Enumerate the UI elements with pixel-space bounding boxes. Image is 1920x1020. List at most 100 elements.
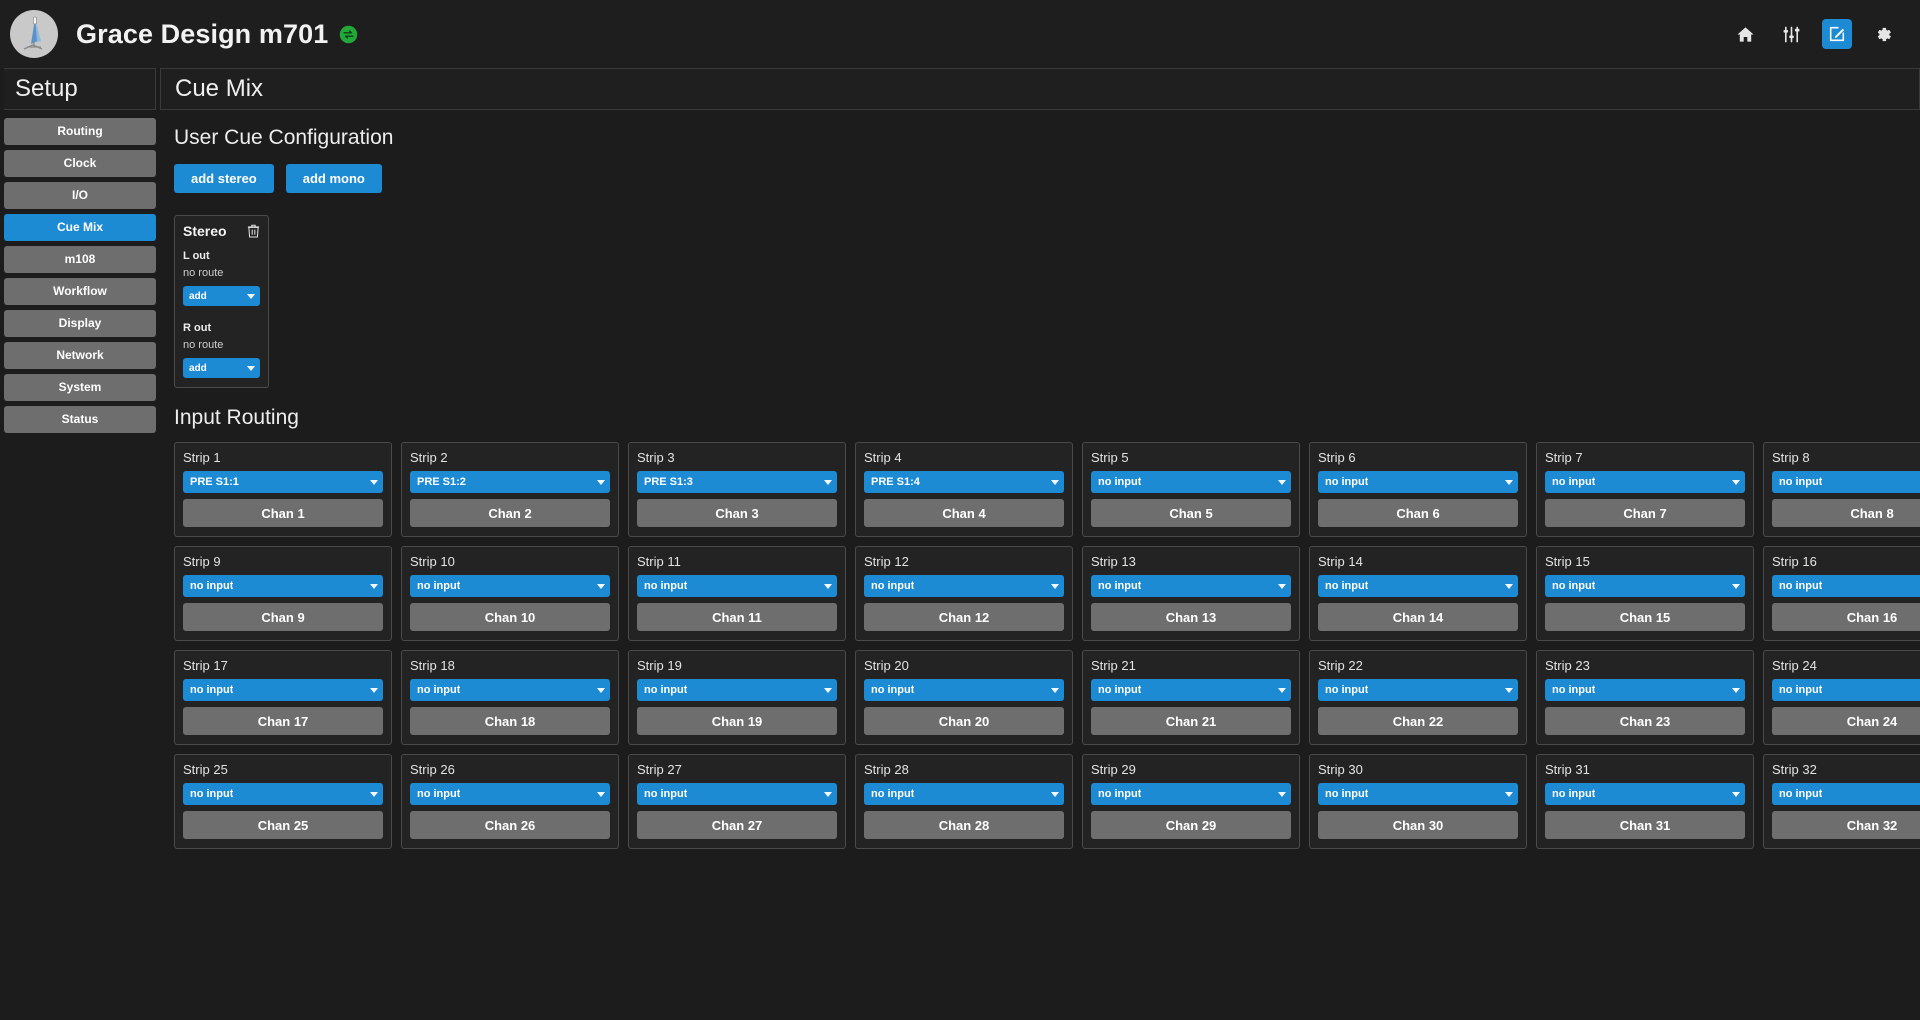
- strip-channel-button[interactable]: Chan 14: [1318, 603, 1518, 631]
- microphone-logo: [10, 10, 58, 58]
- gear-icon[interactable]: [1868, 19, 1898, 49]
- edit-icon[interactable]: [1822, 19, 1852, 49]
- sidebar-item-system[interactable]: System: [4, 374, 156, 401]
- strip-input-select[interactable]: no input: [410, 783, 610, 805]
- sidebar-item-m108[interactable]: m108: [4, 246, 156, 273]
- strip-label: Strip 30: [1318, 762, 1518, 777]
- strip-channel-button[interactable]: Chan 22: [1318, 707, 1518, 735]
- strip-channel-button[interactable]: Chan 13: [1091, 603, 1291, 631]
- strip-channel-button[interactable]: Chan 31: [1545, 811, 1745, 839]
- strip-input-select[interactable]: no input: [1091, 575, 1291, 597]
- faders-icon[interactable]: [1776, 19, 1806, 49]
- strip-input-select-value: no input: [417, 788, 460, 800]
- sidebar-item-cue-mix[interactable]: Cue Mix: [4, 214, 156, 241]
- cue-output-add-select[interactable]: add: [183, 286, 260, 306]
- strip-channel-button[interactable]: Chan 17: [183, 707, 383, 735]
- strip-channel-button[interactable]: Chan 7: [1545, 499, 1745, 527]
- cue-output-add-select[interactable]: add: [183, 358, 260, 378]
- strip-input-select[interactable]: no input: [1318, 471, 1518, 493]
- strip-input-select[interactable]: PRE S1:3: [637, 471, 837, 493]
- strip-channel-button[interactable]: Chan 26: [410, 811, 610, 839]
- sidebar-item-workflow[interactable]: Workflow: [4, 278, 156, 305]
- strip-channel-button[interactable]: Chan 8: [1772, 499, 1920, 527]
- strip-channel-button[interactable]: Chan 21: [1091, 707, 1291, 735]
- cue-output-add-select-value: add: [189, 291, 207, 302]
- strip-input-select[interactable]: no input: [637, 575, 837, 597]
- strip-input-select[interactable]: no input: [1545, 679, 1745, 701]
- strip-input-select[interactable]: no input: [1772, 575, 1920, 597]
- strip-input-select[interactable]: no input: [1772, 471, 1920, 493]
- strip-channel-button[interactable]: Chan 16: [1772, 603, 1920, 631]
- strip-channel-button[interactable]: Chan 10: [410, 603, 610, 631]
- sidebar-item-status[interactable]: Status: [4, 406, 156, 433]
- strip-channel-button[interactable]: Chan 11: [637, 603, 837, 631]
- strip-input-select[interactable]: no input: [1091, 783, 1291, 805]
- page-title: Cue Mix: [160, 68, 1920, 110]
- strip-input-select[interactable]: no input: [1318, 679, 1518, 701]
- strip-input-select[interactable]: no input: [864, 783, 1064, 805]
- add-mono-button[interactable]: add mono: [286, 164, 382, 193]
- sidebar-item-clock[interactable]: Clock: [4, 150, 156, 177]
- strip-channel-button[interactable]: Chan 18: [410, 707, 610, 735]
- strip-channel-button[interactable]: Chan 15: [1545, 603, 1745, 631]
- strip-channel-button[interactable]: Chan 1: [183, 499, 383, 527]
- strip-input-select[interactable]: no input: [864, 679, 1064, 701]
- strip-card: Strip 20 no input Chan 20: [855, 650, 1073, 745]
- strip-channel-button[interactable]: Chan 12: [864, 603, 1064, 631]
- strip-channel-button[interactable]: Chan 25: [183, 811, 383, 839]
- strip-input-select[interactable]: no input: [1091, 471, 1291, 493]
- strip-input-select[interactable]: no input: [183, 679, 383, 701]
- strip-input-select[interactable]: no input: [1772, 679, 1920, 701]
- strip-channel-button[interactable]: Chan 28: [864, 811, 1064, 839]
- strip-channel-button[interactable]: Chan 20: [864, 707, 1064, 735]
- strip-label: Strip 23: [1545, 658, 1745, 673]
- strip-channel-button[interactable]: Chan 3: [637, 499, 837, 527]
- strip-input-select[interactable]: no input: [1545, 471, 1745, 493]
- strip-label: Strip 10: [410, 554, 610, 569]
- chevron-down-icon: [824, 480, 832, 485]
- add-stereo-button[interactable]: add stereo: [174, 164, 274, 193]
- strip-card: Strip 16no inputChan 16: [1763, 546, 1920, 641]
- strip-input-select[interactable]: no input: [410, 679, 610, 701]
- sidebar-item-network[interactable]: Network: [4, 342, 156, 369]
- strip-channel-button[interactable]: Chan 23: [1545, 707, 1745, 735]
- strip-input-select[interactable]: PRE S1:1: [183, 471, 383, 493]
- strip-input-select[interactable]: no input: [183, 575, 383, 597]
- strip-label: Strip 3: [637, 450, 837, 465]
- strip-channel-button[interactable]: Chan 24: [1772, 707, 1920, 735]
- strip-channel-button[interactable]: Chan 29: [1091, 811, 1291, 839]
- strip-label: Strip 20: [864, 658, 1064, 673]
- chevron-down-icon: [1732, 584, 1740, 589]
- strip-input-select[interactable]: no input: [1545, 783, 1745, 805]
- strip-input-select[interactable]: no input: [1318, 783, 1518, 805]
- strip-channel-button[interactable]: Chan 6: [1318, 499, 1518, 527]
- strip-input-select[interactable]: PRE S1:4: [864, 471, 1064, 493]
- strip-channel-button[interactable]: Chan 2: [410, 499, 610, 527]
- input-routing-heading: Input Routing: [174, 406, 1920, 430]
- strip-channel-button[interactable]: Chan 30: [1318, 811, 1518, 839]
- strip-channel-button[interactable]: Chan 19: [637, 707, 837, 735]
- strip-input-select[interactable]: no input: [637, 783, 837, 805]
- chevron-down-icon: [1278, 584, 1286, 589]
- strip-channel-button[interactable]: Chan 5: [1091, 499, 1291, 527]
- strip-channel-button[interactable]: Chan 32: [1772, 811, 1920, 839]
- trash-icon[interactable]: [247, 224, 260, 238]
- strip-channel-button[interactable]: Chan 9: [183, 603, 383, 631]
- strip-input-select[interactable]: no input: [637, 679, 837, 701]
- strip-input-select[interactable]: no input: [183, 783, 383, 805]
- strip-channel-button[interactable]: Chan 27: [637, 811, 837, 839]
- strip-input-select[interactable]: no input: [1545, 575, 1745, 597]
- strip-input-select-value: no input: [1552, 788, 1595, 800]
- sidebar-item-display[interactable]: Display: [4, 310, 156, 337]
- strip-channel-button[interactable]: Chan 4: [864, 499, 1064, 527]
- strip-input-select[interactable]: no input: [1772, 783, 1920, 805]
- strip-input-select[interactable]: no input: [1318, 575, 1518, 597]
- strip-input-select[interactable]: no input: [864, 575, 1064, 597]
- sidebar-item-i-o[interactable]: I/O: [4, 182, 156, 209]
- strip-input-select[interactable]: no input: [410, 575, 610, 597]
- sidebar-item-routing[interactable]: Routing: [4, 118, 156, 145]
- home-icon[interactable]: [1730, 19, 1760, 49]
- body-wrapper: Setup RoutingClockI/OCue Mixm108Workflow…: [0, 68, 1920, 1020]
- strip-input-select[interactable]: no input: [1091, 679, 1291, 701]
- strip-input-select[interactable]: PRE S1:2: [410, 471, 610, 493]
